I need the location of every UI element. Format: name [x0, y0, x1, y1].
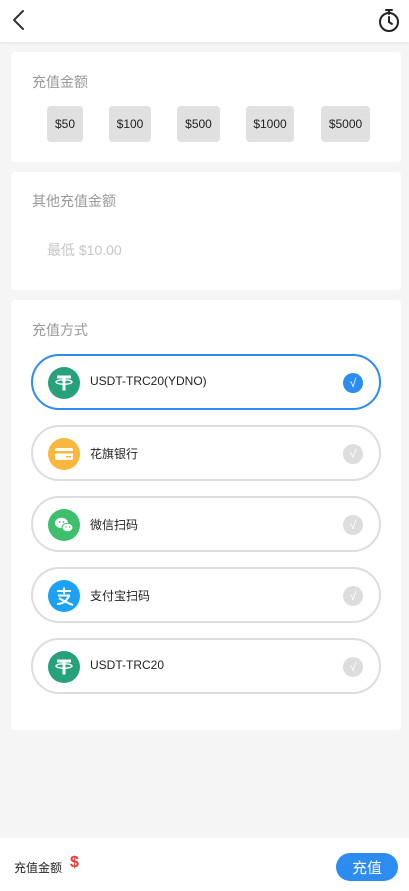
- check-icon: √: [343, 657, 363, 677]
- bank-card-icon: [48, 438, 80, 470]
- recharge-button[interactable]: 充值: [336, 853, 398, 881]
- payment-method-label: USDT-TRC20(YDNO): [90, 374, 207, 388]
- other-amount-title: 其他充值金额: [32, 193, 116, 209]
- amount-card: 充值金额 $50 $100 $500 $1000 $5000: [11, 52, 401, 162]
- check-icon: √: [343, 515, 363, 535]
- payment-method-usdt-ydno[interactable]: USDT-TRC20(YDNO) √: [31, 354, 381, 410]
- payment-method-label: 花旗银行: [90, 447, 139, 461]
- top-bar: [0, 0, 409, 42]
- check-icon: √: [343, 586, 363, 606]
- check-icon: √: [343, 444, 363, 464]
- amount-option-50[interactable]: $50: [47, 106, 83, 142]
- payment-method-title: 充值方式: [32, 322, 88, 338]
- payment-method-citibank[interactable]: 花旗银行 √: [31, 425, 381, 481]
- timer-history-icon[interactable]: [375, 7, 403, 35]
- total-currency-symbol: $: [70, 854, 79, 871]
- amount-option-5000[interactable]: $5000: [321, 106, 370, 142]
- payment-method-label: USDT-TRC20: [90, 658, 165, 672]
- payment-method-usdt[interactable]: USDT-TRC20 √: [31, 638, 381, 694]
- tether-icon: [48, 367, 80, 399]
- amount-option-500[interactable]: $500: [177, 106, 220, 142]
- payment-method-label: 微信扫码: [90, 518, 139, 532]
- other-amount-card: 其他充值金额: [11, 172, 401, 290]
- bottom-bar: 充值金额 $ 充值: [0, 838, 409, 891]
- chevron-left-icon[interactable]: [6, 6, 34, 34]
- payment-method-label: 支付宝扫码: [90, 589, 151, 603]
- other-amount-input[interactable]: [47, 239, 367, 261]
- tether-icon: [48, 651, 80, 683]
- payment-method-alipay[interactable]: 支付宝扫码 √: [31, 567, 381, 623]
- amount-option-100[interactable]: $100: [109, 106, 151, 142]
- payment-method-wechat[interactable]: 微信扫码 √: [31, 496, 381, 552]
- alipay-icon: [48, 580, 80, 612]
- wechat-icon: [48, 509, 80, 541]
- amount-section-title: 充值金额: [32, 74, 88, 90]
- total-amount-label: 充值金额: [14, 861, 63, 875]
- payment-method-card: 充值方式 USDT-TRC20(YDNO) √ 花旗银行 √ 微信扫码 √ 支付…: [11, 300, 401, 730]
- check-icon: √: [343, 373, 363, 393]
- amount-option-1000[interactable]: $1000: [246, 106, 294, 142]
